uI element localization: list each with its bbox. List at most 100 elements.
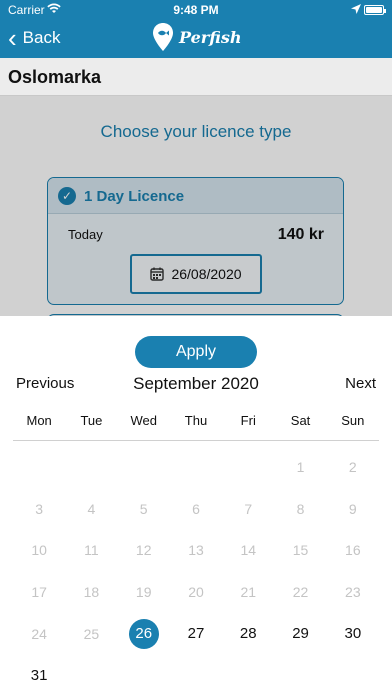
day-number: 23 <box>345 583 361 600</box>
day-number: 24 <box>31 625 47 642</box>
day-number: 25 <box>83 625 100 642</box>
empty-day-cell <box>222 654 274 696</box>
empty-day-cell <box>65 446 117 488</box>
app-logo: Perfish <box>152 22 241 52</box>
brand-name: Perfish <box>179 27 242 47</box>
calendar-day-selected[interactable]: 26 <box>118 613 170 655</box>
day-number: 22 <box>292 583 309 600</box>
calendar-day[interactable]: 27 <box>170 613 222 655</box>
calendar-week: 24 25 26 27 28 29 30 <box>13 613 379 655</box>
empty-day-cell <box>118 446 170 488</box>
empty-day-cell <box>65 654 117 696</box>
empty-day-cell <box>13 446 65 488</box>
calendar-week: 31 <box>13 654 379 696</box>
location-icon <box>351 3 361 17</box>
weekday-label: Fri <box>240 413 256 428</box>
day-number: 17 <box>31 583 47 600</box>
calendar-day: 2 <box>327 446 379 488</box>
day-number: 11 <box>84 542 99 559</box>
calendar-sheet: Apply Previous September 2020 Next Mon T… <box>0 316 392 696</box>
calendar-day: 8 <box>274 488 326 530</box>
calendar-week: 12 <box>13 446 379 488</box>
calendar-day: 9 <box>327 488 379 530</box>
day-number: 2 <box>348 458 357 475</box>
calendar-day: 24 <box>13 613 65 655</box>
day-number: 18 <box>83 583 100 600</box>
next-month-button[interactable]: Next <box>345 375 376 392</box>
calendar-day: 19 <box>118 571 170 613</box>
day-number: 16 <box>345 542 361 559</box>
day-number: 21 <box>240 583 257 600</box>
calendar-day: 1 <box>274 446 326 488</box>
day-number: 3 <box>35 500 44 517</box>
day-number: 29 <box>292 625 309 643</box>
empty-day-cell <box>170 446 222 488</box>
weekday-label: Thu <box>184 413 208 428</box>
empty-day-cell <box>118 654 170 696</box>
calendar-day: 23 <box>327 571 379 613</box>
calendar-day: 18 <box>65 571 117 613</box>
month-label: September 2020 <box>133 374 259 393</box>
day-number: 6 <box>192 500 200 517</box>
day-number: 4 <box>87 500 96 517</box>
day-number: 27 <box>187 625 205 643</box>
title-bar: Oslomarka <box>0 58 392 96</box>
day-number: 28 <box>239 625 257 643</box>
page-title: Oslomarka <box>8 67 102 87</box>
calendar-day: 14 <box>222 529 274 571</box>
day-number: 15 <box>292 542 309 559</box>
chevron-left-icon: ‹ <box>8 23 17 53</box>
day-number: 12 <box>135 542 152 559</box>
empty-day-cell <box>170 654 222 696</box>
calendar-day[interactable]: 28 <box>222 613 274 655</box>
weekday-label: Sun <box>341 413 365 428</box>
calendar-day: 7 <box>222 488 274 530</box>
calendar-week: 3 4 5 6 7 8 9 <box>13 488 379 530</box>
calendar-day: 25 <box>65 613 117 655</box>
calendar-day: 10 <box>13 529 65 571</box>
calendar-day: 5 <box>118 488 170 530</box>
back-button[interactable]: ‹ Back <box>8 23 61 53</box>
calendar-day[interactable]: 30 <box>327 613 379 655</box>
calendar-day: 16 <box>327 529 379 571</box>
back-label: Back <box>22 28 61 47</box>
weekday-label: Wed <box>130 413 157 428</box>
weekday-header: Mon Tue Wed Thu Fri Sat Sun <box>13 413 379 441</box>
empty-day-cell <box>327 654 379 696</box>
header: Carrier 9:48 PM ‹ Back Perfish <box>0 0 392 58</box>
weekday-label: Tue <box>80 413 103 428</box>
calendar-day: 11 <box>65 529 117 571</box>
calendar-week: 10 11 12 13 14 15 16 <box>13 529 379 571</box>
clock: 9:48 PM <box>173 3 219 17</box>
battery-icon <box>364 5 386 15</box>
day-number: 19 <box>135 583 152 600</box>
calendar-day: 6 <box>170 488 222 530</box>
calendar-grid: 1 2 3 4 5 6 7 8 9 10 11 12 13 14 15 16 17 18 19 20 21 22 23 24 2… <box>13 446 379 696</box>
calendar-day: 4 <box>65 488 117 530</box>
calendar-day: 13 <box>170 529 222 571</box>
calendar-day[interactable]: 29 <box>274 613 326 655</box>
day-number: 7 <box>244 500 253 517</box>
calendar-day: 12 <box>118 529 170 571</box>
day-number: 14 <box>240 542 257 559</box>
day-number: 9 <box>348 500 357 517</box>
status-bar: Carrier 9:48 PM <box>0 0 392 20</box>
day-number: 10 <box>31 542 47 559</box>
modal-overlay[interactable] <box>0 96 392 316</box>
day-number: 26 <box>128 618 159 649</box>
calendar-week: 17 18 19 20 21 22 23 <box>13 571 379 613</box>
calendar-day: 21 <box>222 571 274 613</box>
weekday-label: Mon <box>26 413 52 428</box>
day-number: 8 <box>296 500 305 517</box>
calendar-day[interactable]: 31 <box>13 654 65 696</box>
calendar-day: 3 <box>13 488 65 530</box>
day-number: 1 <box>296 458 305 475</box>
calendar-day: 17 <box>13 571 65 613</box>
day-number: 13 <box>188 542 204 559</box>
empty-day-cell <box>222 446 274 488</box>
apply-button[interactable]: Apply <box>135 336 257 368</box>
fish-pin-icon <box>153 23 173 51</box>
nav-bar: ‹ Back Perfish <box>0 20 392 58</box>
empty-day-cell <box>274 654 326 696</box>
day-number: 20 <box>188 583 204 600</box>
